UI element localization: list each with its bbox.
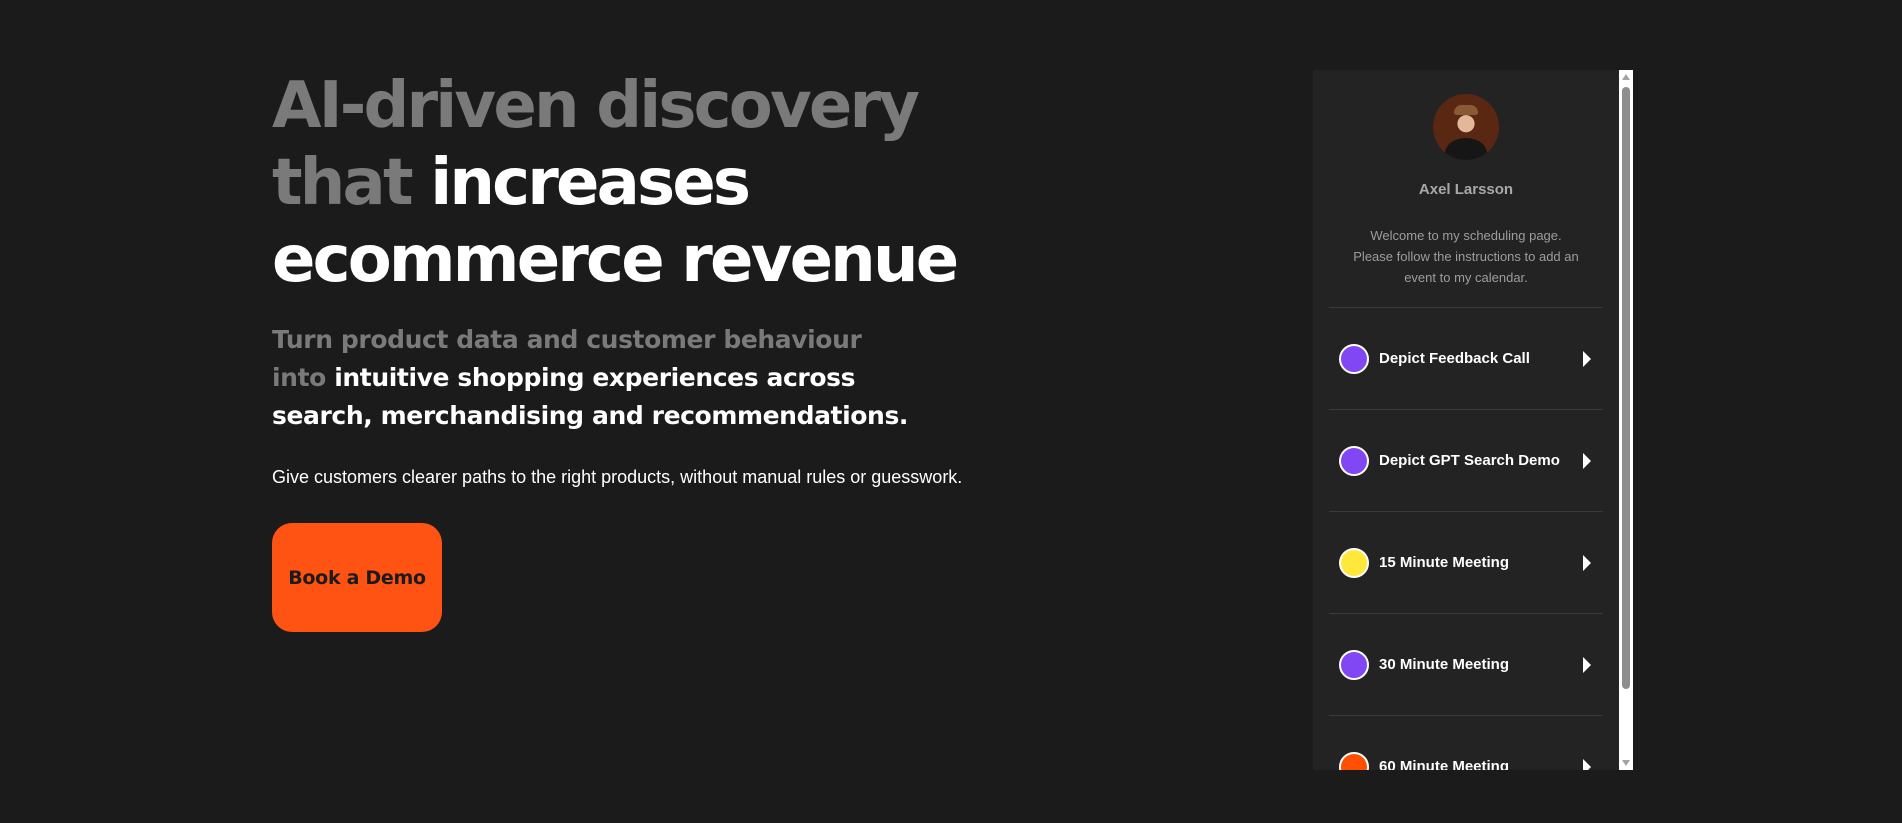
chevron-right-icon [1583, 452, 1591, 469]
event-color-dot [1339, 649, 1369, 680]
event-label: 30 Minute Meeting [1379, 656, 1510, 673]
scheduling-widget: Axel Larsson Welcome to my scheduling pa… [1313, 70, 1633, 770]
book-demo-button[interactable]: Book a Demo [272, 523, 442, 632]
event-color-dot [1339, 343, 1369, 374]
hero-subhead: Turn product data and customer behaviour… [272, 321, 912, 435]
hero-section: AI-driven discovery that increases ecomm… [272, 68, 1012, 632]
subhead-bright: intuitive shopping experiences across se… [272, 363, 909, 430]
avatar-shirt [1445, 138, 1487, 160]
page: AI-driven discovery that increases ecomm… [0, 0, 1902, 823]
event-color-dot [1339, 751, 1369, 770]
event-label: Depict GPT Search Demo [1379, 452, 1560, 469]
owner-name: Axel Larsson [1418, 181, 1514, 198]
event-label: Depict Feedback Call [1379, 350, 1530, 367]
event-item-15-minute-meeting[interactable]: 15 Minute Meeting [1329, 512, 1603, 614]
chevron-right-icon [1583, 758, 1591, 770]
avatar [1433, 94, 1499, 160]
welcome-message: Welcome to my scheduling page. Please fo… [1353, 228, 1579, 285]
chevron-right-icon [1583, 350, 1591, 367]
scroll-thumb[interactable] [1622, 87, 1630, 689]
scroll-down-arrow-icon[interactable] [1622, 760, 1630, 766]
event-item-depict-feedback-call[interactable]: Depict Feedback Call [1329, 308, 1603, 410]
event-item-30-minute-meeting[interactable]: 30 Minute Meeting [1329, 614, 1603, 716]
event-item-depict-gpt-search-demo[interactable]: Depict GPT Search Demo [1329, 410, 1603, 512]
event-label: 60 Minute Meeting [1379, 758, 1510, 770]
chevron-right-icon [1583, 656, 1591, 673]
event-label: 15 Minute Meeting [1379, 554, 1510, 571]
event-color-dot [1339, 445, 1369, 476]
hero-headline: AI-driven discovery that increases ecomm… [272, 68, 1012, 299]
chevron-right-icon [1583, 554, 1591, 571]
hero-lead: Give customers clearer paths to the righ… [272, 467, 963, 487]
event-item-60-minute-meeting[interactable]: 60 Minute Meeting [1329, 716, 1603, 770]
widget-scrollbar[interactable] [1619, 70, 1633, 770]
event-list: Depict Feedback Call Depict GPT Search D… [1329, 308, 1603, 770]
event-color-dot [1339, 547, 1369, 578]
scheduling-content: Axel Larsson Welcome to my scheduling pa… [1313, 70, 1619, 770]
avatar-hair [1454, 105, 1478, 115]
scroll-up-arrow-icon[interactable] [1622, 74, 1630, 80]
